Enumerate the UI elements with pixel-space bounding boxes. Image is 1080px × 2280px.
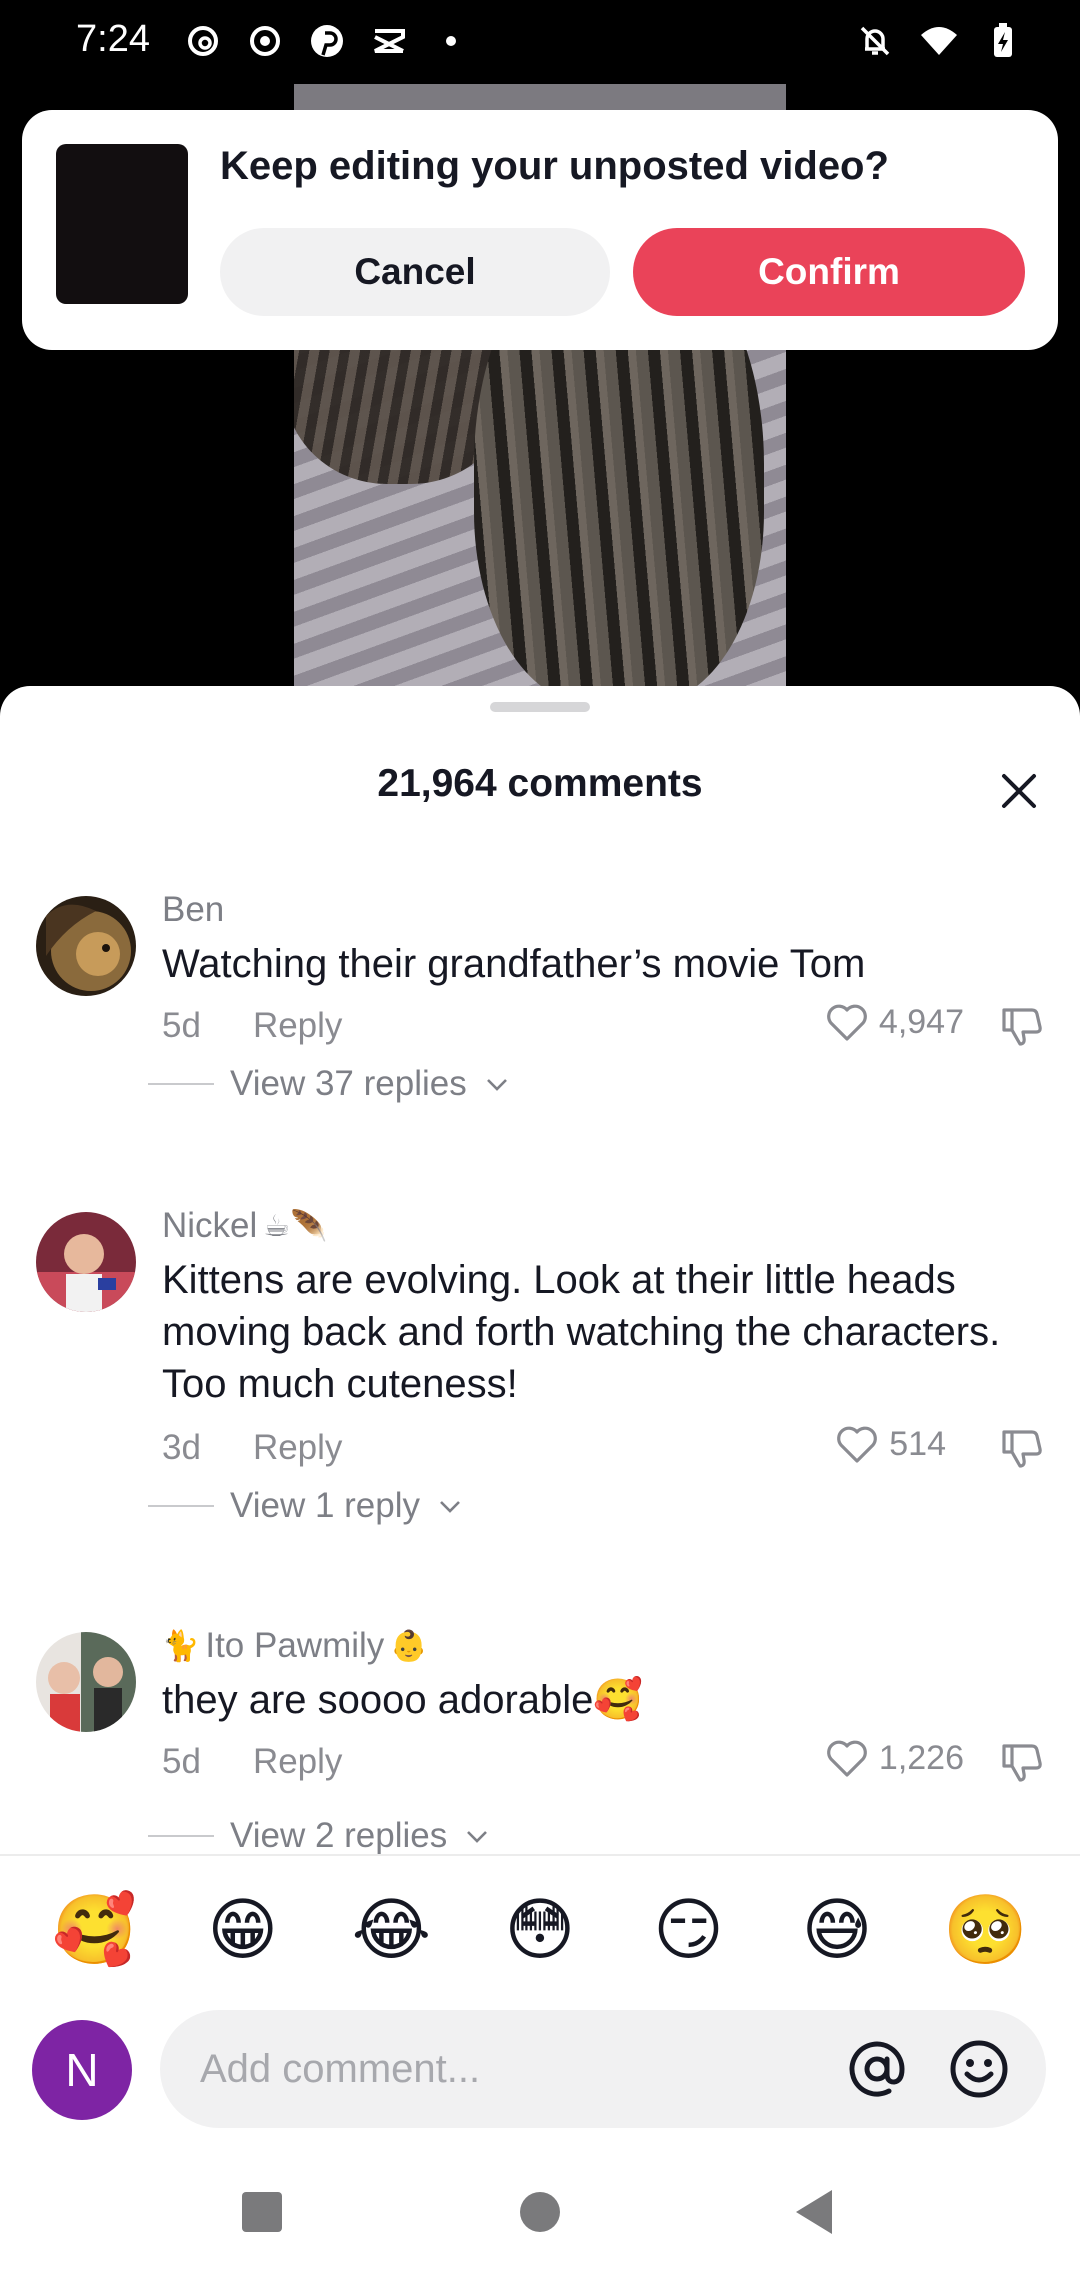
dialog-title: Keep editing your unposted video? — [220, 144, 889, 188]
author-prefix-emoji: 🐈 — [162, 1628, 200, 1664]
bell-off-icon — [854, 20, 896, 62]
avatar[interactable] — [36, 1632, 136, 1732]
comment-text: Kittens are evolving. Look at their litt… — [162, 1258, 1001, 1406]
comment-author-name[interactable]: Ben — [162, 890, 224, 930]
status-bar: 7:24 — [0, 0, 1080, 84]
recents-icon[interactable] — [232, 2182, 292, 2242]
mention-icon[interactable] — [844, 2036, 910, 2102]
emoji-pleading[interactable]: 🥺 — [936, 1890, 1036, 1970]
like-button[interactable]: 4,947 — [823, 998, 964, 1046]
reply-button[interactable]: Reply — [253, 1006, 342, 1046]
comment-age: 5d — [162, 1742, 201, 1781]
draft-thumbnail — [56, 144, 188, 304]
view-replies-label[interactable]: View 2 replies — [230, 1816, 447, 1856]
emoji-grinning[interactable]: 😁 — [193, 1891, 293, 1970]
wifi-icon — [918, 20, 960, 62]
status-time: 7:24 — [76, 18, 150, 60]
emoji-tears-of-joy[interactable]: 😂 — [341, 1891, 441, 1970]
comment-meta: 5d Reply — [162, 1006, 342, 1046]
dislike-icon[interactable] — [998, 1002, 1046, 1050]
confirm-button[interactable]: Confirm — [633, 228, 1025, 316]
system-icons — [854, 20, 1024, 62]
chevron-down-icon — [440, 1501, 460, 1513]
comment-input-container[interactable] — [160, 2010, 1046, 2128]
author-badge-emojis: ☕🪶 — [263, 1208, 328, 1244]
unposted-video-dialog: Keep editing your unposted video? Cancel… — [22, 110, 1058, 350]
chevron-down-icon — [467, 1831, 488, 1843]
like-count: 1,226 — [878, 1738, 964, 1777]
back-icon[interactable] — [786, 2182, 846, 2242]
comment-age: 5d — [162, 1006, 201, 1045]
quick-emoji-bar: 🥰 😁 😂 😳 😏 😅 🥺 — [0, 1854, 1080, 2004]
view-replies-button[interactable]: View 1 reply — [148, 1486, 464, 1526]
like-count: 4,947 — [878, 1002, 964, 1041]
battery-charging-icon — [982, 20, 1024, 62]
replies-divider — [148, 1083, 214, 1085]
avatar[interactable]: N — [32, 2020, 132, 2120]
dislike-icon[interactable] — [998, 1738, 1046, 1786]
system-navigation-bar — [0, 2144, 1080, 2280]
replies-divider — [148, 1835, 214, 1837]
like-button[interactable]: 1,226 — [823, 1734, 964, 1782]
emoji-flushed[interactable]: 😳 — [490, 1891, 590, 1970]
view-replies-button[interactable]: View 2 replies — [148, 1816, 491, 1856]
reply-button[interactable]: Reply — [253, 1428, 342, 1468]
cancel-button[interactable]: Cancel — [220, 228, 610, 316]
emoji-smiling-hearts[interactable]: 🥰 — [44, 1890, 144, 1970]
view-replies-button[interactable]: View 37 replies — [148, 1064, 511, 1104]
comment-text: Watching their grandfather’s movie Tom — [162, 942, 866, 986]
dot-icon — [430, 20, 472, 62]
pinterest-icon — [306, 20, 348, 62]
comment-author[interactable]: Nickel ☕🪶 — [162, 1206, 328, 1246]
emoji-sweat-smile[interactable]: 😅 — [787, 1891, 887, 1970]
notification-icons — [182, 20, 472, 62]
close-icon[interactable] — [994, 766, 1044, 816]
comment-author-name[interactable]: Nickel — [162, 1206, 257, 1246]
view-replies-label[interactable]: View 37 replies — [230, 1064, 467, 1104]
threads-icon — [182, 20, 224, 62]
like-count: 514 — [889, 1424, 946, 1463]
comment-author[interactable]: 🐈 Ito Pawmily 👶 — [162, 1626, 428, 1666]
chevron-down-icon — [486, 1079, 507, 1091]
comment-author-name[interactable]: Ito Pawmily — [205, 1626, 384, 1666]
view-replies-label[interactable]: View 1 reply — [230, 1486, 420, 1526]
heart-icon — [837, 1426, 878, 1463]
sheet-drag-handle[interactable] — [490, 702, 590, 712]
heart-icon — [827, 1004, 867, 1041]
like-button[interactable]: 514 — [833, 1420, 946, 1468]
dislike-icon[interactable] — [998, 1424, 1046, 1472]
heart-icon — [827, 1740, 867, 1777]
comment-author[interactable]: Ben — [162, 890, 224, 930]
home-icon[interactable] — [510, 2182, 570, 2242]
comment-text: they are soooo adorable🥰 — [162, 1678, 644, 1722]
author-suffix-emoji: 👶 — [390, 1628, 428, 1664]
avatar[interactable] — [36, 896, 136, 996]
record-icon — [244, 20, 286, 62]
avatar[interactable] — [36, 1212, 136, 1312]
comment-meta: 5d Reply — [162, 1742, 342, 1782]
emoji-picker-icon[interactable] — [946, 2036, 1012, 2102]
comments-count-title: 21,964 comments — [377, 762, 703, 805]
reply-button[interactable]: Reply — [253, 1742, 342, 1782]
comment-input[interactable] — [200, 2032, 800, 2106]
capcut-icon — [368, 20, 410, 62]
comment-meta: 3d Reply — [162, 1428, 342, 1468]
comment-age: 3d — [162, 1428, 201, 1467]
emoji-smirking[interactable]: 😏 — [639, 1891, 739, 1970]
comment-composer: N — [0, 2004, 1080, 2144]
replies-divider — [148, 1505, 214, 1507]
